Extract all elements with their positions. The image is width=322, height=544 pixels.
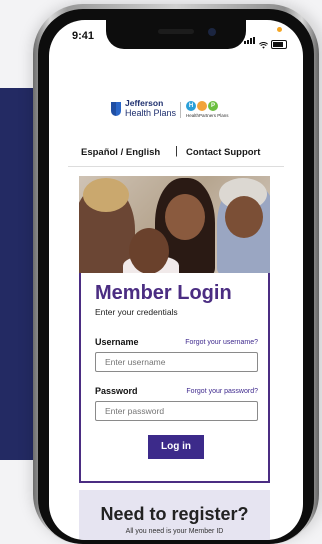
battery-icon (271, 40, 287, 49)
phone-frame: 9:41 Jefferson Health Plans H P HealthPa… (33, 4, 319, 544)
status-icons (244, 31, 287, 49)
register-title: Need to register? (100, 504, 249, 524)
password-input[interactable] (95, 401, 258, 421)
forgot-username-link[interactable]: Forgot your username? (185, 339, 258, 346)
camera-icon (208, 28, 216, 36)
healthpartners-logo-icon: H P (186, 101, 218, 111)
top-nav: Español / English | Contact Support (49, 145, 303, 160)
member-login-card: Member Login Enter your credentials User… (79, 273, 270, 483)
contact-support-link[interactable]: Contact Support (186, 147, 260, 158)
jefferson-logo-icon (111, 102, 121, 116)
nav-divider (68, 166, 284, 167)
logo-divider (180, 102, 181, 118)
jefferson-name: Jefferson (125, 98, 164, 108)
status-time: 9:41 (72, 30, 95, 42)
username-label: Username (95, 337, 139, 347)
family-hero-image (79, 176, 270, 273)
wifi-icon (259, 42, 268, 49)
logo-header[interactable]: Jefferson Health Plans H P HealthPartner… (49, 98, 303, 122)
login-title: Member Login (95, 282, 232, 304)
language-toggle-link[interactable]: Español / English (81, 147, 160, 158)
register-panel: Need to register? All you need is your M… (79, 490, 270, 540)
register-subtitle: All you need is your Member ID (125, 528, 224, 535)
password-label: Password (95, 386, 138, 396)
forgot-password-link[interactable]: Forgot your password? (186, 388, 258, 395)
speaker-grille (158, 29, 194, 34)
phone-notch (106, 20, 246, 49)
login-subtitle: Enter your credentials (95, 307, 178, 317)
phone-screen: 9:41 Jefferson Health Plans H P HealthPa… (49, 20, 303, 540)
phone-bezel: 9:41 Jefferson Health Plans H P HealthPa… (38, 9, 314, 544)
healthpartners-name: HealthPartners Plans (186, 113, 229, 118)
login-button[interactable]: Log in (148, 435, 204, 459)
username-input[interactable] (95, 352, 258, 372)
jefferson-subtitle: Health Plans (125, 108, 177, 118)
nav-separator: | (175, 145, 178, 157)
